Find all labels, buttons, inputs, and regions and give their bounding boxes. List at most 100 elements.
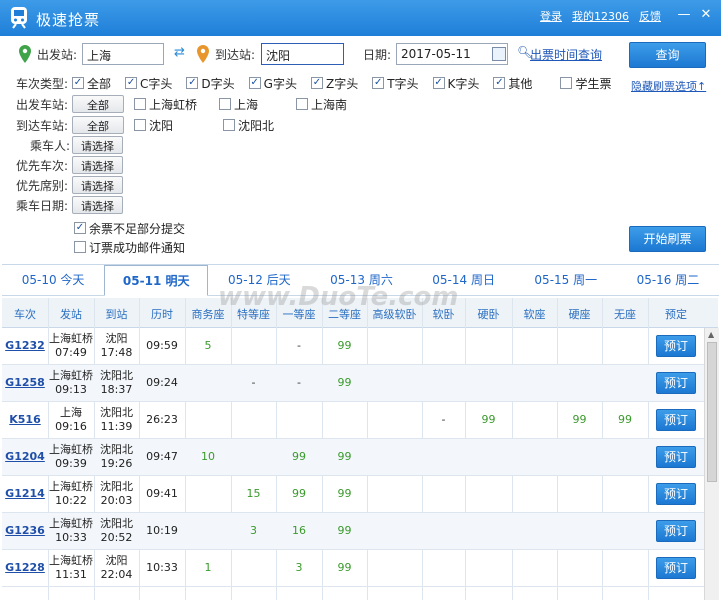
type-d-checkbox[interactable]: ✓ D字头 (186, 75, 235, 92)
train-number-link[interactable]: G1232 (2, 339, 48, 352)
book-button[interactable]: 预订 (656, 409, 696, 431)
train-pref-label: 优先车次: (16, 158, 69, 173)
arrive-all-button[interactable]: 全部 (72, 116, 124, 134)
location-pin-icon (197, 45, 209, 63)
train-number-link[interactable]: G1228 (2, 561, 48, 574)
type-all-checkbox[interactable]: ✓ 全部 (72, 75, 111, 92)
seat-count-cell: 16 (292, 524, 306, 537)
arrive-station-row: 到达车站: 全部 沈阳 沈阳北 (16, 115, 288, 135)
date-pref-row: 乘车日期: 请选择 (16, 195, 133, 215)
arrive-time: 20:03 (100, 494, 133, 507)
search-row: 出发站: 上海 ⇄ 到达站: 沈阳 日期: 2017-05-11 🔍︎ 出票时间… (0, 42, 721, 68)
seat-count-cell: 99 (337, 376, 352, 389)
start-refresh-button[interactable]: 开始刷票 (629, 226, 706, 252)
seat-count-cell: - (251, 376, 256, 389)
col-header: 预定 (665, 308, 687, 321)
book-button[interactable]: 预订 (656, 520, 696, 542)
table-row[interactable]: G1236 上海虹桥 10:33 沈阳北 20:52 10:19 3 16 99 预订 (2, 513, 704, 550)
arrive-cell: 沈阳 17:48 (94, 332, 139, 360)
arrive-station: 沈阳北 (100, 517, 133, 530)
train-number-link[interactable]: G1214 (2, 487, 48, 500)
arrive-shenyang-checkbox[interactable]: 沈阳 (134, 117, 173, 134)
depart-time: 09:39 (55, 457, 87, 470)
partial-submit-checkbox[interactable]: ✓ 余票不足部分提交 (74, 220, 185, 237)
seat-count-cell: - (297, 339, 301, 352)
my-12306-link[interactable]: 我的12306 (572, 8, 629, 24)
query-button[interactable]: 查询 (629, 42, 706, 68)
seat-count-cell: 5 (204, 339, 212, 352)
type-k-checkbox[interactable]: ✓ K字头 (432, 75, 479, 92)
minimize-button[interactable]: — (675, 6, 693, 24)
tab-05-15[interactable]: 05-15 周一 (515, 265, 617, 295)
arrive-cell: 沈阳北 20:52 (94, 517, 139, 545)
depart-time: 09:13 (55, 383, 87, 396)
feedback-link[interactable]: 反馈 (639, 8, 661, 24)
email-notify-row: 订票成功邮件通知 (74, 237, 199, 257)
depart-hongqiao-checkbox[interactable]: 上海虹桥 (134, 96, 197, 113)
type-other-checkbox[interactable]: ✓ 其他 (493, 75, 532, 92)
seat-count-cell: 99 (337, 561, 352, 574)
type-t-checkbox[interactable]: ✓ T字头 (372, 75, 419, 92)
type-g-checkbox[interactable]: ✓ G字头 (248, 75, 297, 92)
type-c-checkbox[interactable]: ✓ C字头 (125, 75, 172, 92)
book-button[interactable]: 预订 (656, 483, 696, 505)
train-number-link[interactable]: K516 (2, 413, 48, 426)
type-z-checkbox[interactable]: ✓ Z字头 (310, 75, 358, 92)
table-row[interactable]: G1232 上海虹桥 07:49 沈阳 17:48 09:59 5-99 预订 (2, 328, 704, 365)
from-station-input[interactable]: 上海 (82, 43, 164, 65)
table-row[interactable]: G1228 上海虹桥 11:31 沈阳 22:04 10:33 1 3 99 预订 (2, 550, 704, 587)
train-number-link[interactable]: G1204 (2, 450, 48, 463)
train-type-label: 车次类型: (16, 76, 69, 91)
col-header: 到站 (105, 308, 128, 321)
table-row[interactable]: K516 上海 09:16 沈阳北 11:39 26:23-99 99 99 预订 (2, 402, 704, 439)
seat-count-cell: 99 (292, 450, 306, 463)
table-row[interactable]: G1204 上海虹桥 09:39 沈阳北 19:26 09:47 10 99 99 预订 (2, 439, 704, 476)
seat-count-cell: 10 (201, 450, 215, 463)
tab-05-10[interactable]: 05-10 今天 (2, 265, 104, 295)
train-icon (11, 7, 27, 29)
depart-shanghainan-checkbox[interactable]: 上海南 (296, 96, 347, 113)
book-button[interactable]: 预订 (656, 446, 696, 468)
depart-station: 上海虹桥 (49, 480, 93, 493)
train-list: G1232 上海虹桥 07:49 沈阳 17:48 09:59 5-99 预订 G1258 上海虹… (2, 328, 704, 600)
depart-time: 10:22 (55, 494, 87, 507)
email-notify-checkbox[interactable]: 订票成功邮件通知 (74, 239, 185, 256)
arrive-station: 沈阳 (105, 554, 128, 567)
depart-shanghai-checkbox[interactable]: 上海 (219, 96, 258, 113)
title-bar: 极速抢票 登录 我的12306 反馈 — ✕ (0, 0, 721, 36)
book-button[interactable]: 预订 (656, 557, 696, 579)
table-row[interactable]: G1258 上海虹桥 09:13 沈阳北 18:37 09:24- -99 预订 (2, 365, 704, 402)
col-header: 车次 (14, 308, 36, 321)
tab-05-11[interactable]: 05-11 明天 (104, 265, 209, 296)
arrive-time: 22:04 (100, 568, 133, 581)
table-row[interactable]: G1214 上海虹桥 10:22 沈阳北 20:03 09:41 15 99 99 预订 (2, 476, 704, 513)
close-button[interactable]: ✕ (697, 6, 715, 24)
book-button[interactable]: 预订 (656, 335, 696, 357)
depart-cell: 上海虹桥 07:49 (48, 332, 94, 360)
calendar-icon[interactable] (492, 47, 506, 61)
tab-05-16[interactable]: 05-16 周二 (617, 265, 719, 295)
to-station-input[interactable]: 沈阳 (261, 43, 344, 65)
passenger-label: 乘车人: (29, 138, 70, 153)
seat-count-cell: 3 (250, 524, 257, 537)
seat-count-cell: 99 (481, 413, 496, 426)
scrollbar-thumb[interactable] (707, 342, 717, 482)
arrive-shenyangbei-checkbox[interactable]: 沈阳北 (223, 117, 274, 134)
book-button[interactable]: 预订 (656, 372, 696, 394)
scrollbar[interactable]: ▲ (704, 328, 719, 600)
train-number-link[interactable]: G1258 (2, 376, 48, 389)
depart-station-label: 出发车站: (16, 97, 69, 112)
depart-all-button[interactable]: 全部 (72, 95, 124, 113)
login-link[interactable]: 登录 (540, 8, 562, 24)
ticket-time-link[interactable]: 出票时间查询 (530, 46, 602, 63)
train-number-link[interactable]: G1236 (2, 524, 48, 537)
train-pref-select-button[interactable]: 请选择 (72, 156, 123, 174)
col-header: 发站 (60, 308, 82, 321)
seat-count-cell: 15 (246, 487, 261, 500)
hide-options-link[interactable]: 隐藏刷票选项↑ (631, 78, 706, 94)
passenger-select-button[interactable]: 请选择 (72, 136, 123, 154)
seat-pref-select-button[interactable]: 请选择 (72, 176, 123, 194)
date-pref-select-button[interactable]: 请选择 (72, 196, 123, 214)
student-ticket-checkbox[interactable]: 学生票 (560, 75, 611, 92)
swap-icon[interactable]: ⇄ (174, 45, 185, 60)
